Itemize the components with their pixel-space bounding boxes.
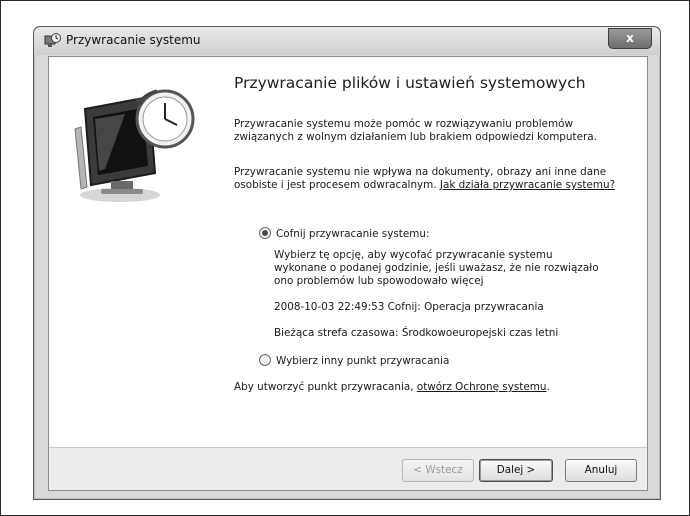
undo-restore-radio[interactable] — [259, 227, 271, 239]
restore-clock-monitor-icon — [74, 89, 195, 202]
intro-text: Przywracanie systemu może pomóc w rozwią… — [234, 118, 597, 143]
restore-entry: 2008-10-03 22:49:53 Cofnij: Operacja prz… — [274, 301, 544, 313]
system-restore-window: Przywracanie systemu x Przywracanie plik… — [33, 26, 661, 500]
undo-restore-option[interactable]: Cofnij przywracanie systemu: — [259, 227, 429, 240]
wizard-footer: < Wstecz Dalej > Anuluj — [49, 447, 647, 490]
undo-restore-label: Cofnij przywracanie systemu: — [276, 228, 430, 240]
open-system-protection-link[interactable]: otwórz Ochronę systemu — [417, 381, 547, 393]
cancel-button[interactable]: Anuluj — [565, 459, 637, 482]
window-title: Przywracanie systemu — [66, 33, 201, 47]
create-text-body: Aby utworzyć punkt przywracania, — [234, 381, 417, 393]
create-text-suffix: . — [546, 381, 550, 393]
next-button[interactable]: Dalej > — [479, 459, 553, 482]
choose-other-point-option[interactable]: Wybierz inny punkt przywracania — [259, 354, 449, 367]
undo-restore-description: Wybierz tę opcję, aby wycofać przywracan… — [274, 249, 599, 287]
create-restore-point-text: Aby utworzyć punkt przywracania, otwórz … — [234, 381, 624, 394]
choose-other-point-label: Wybierz inny punkt przywracania — [276, 355, 450, 367]
back-button[interactable]: < Wstecz — [402, 459, 474, 482]
title-bar: Przywracanie systemu x — [34, 27, 660, 55]
page-title: Przywracanie plików i ustawień systemowy… — [234, 74, 586, 92]
system-restore-icon — [44, 33, 61, 47]
how-restore-works-link[interactable]: Jak działa przywracanie systemu? — [440, 179, 615, 191]
close-button[interactable]: x — [608, 28, 652, 49]
timezone-text: Bieżąca strefa czasowa: Środkowoeuropejs… — [274, 327, 559, 339]
info-text: Przywracanie systemu nie wpływa na dokum… — [234, 166, 624, 192]
wizard-content: Przywracanie plików i ustawień systemowy… — [48, 56, 648, 491]
choose-other-point-radio[interactable] — [259, 354, 271, 366]
